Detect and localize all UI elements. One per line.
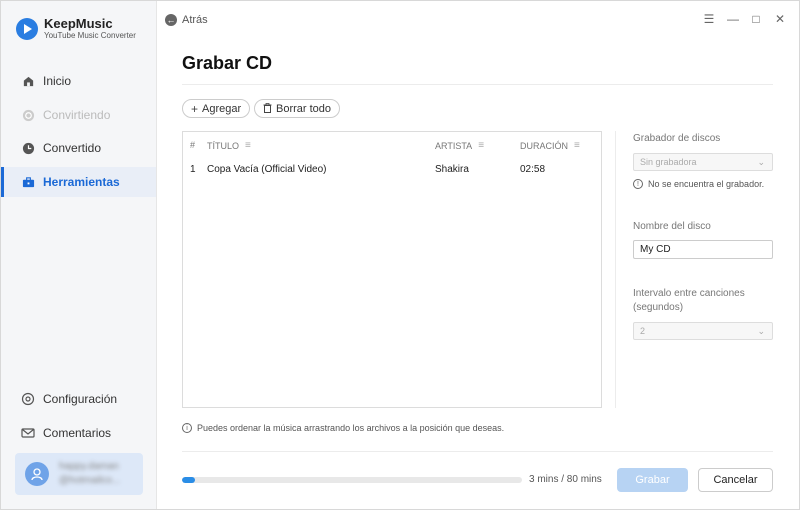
sidebar-item-inicio[interactable]: Inicio [1, 66, 156, 96]
column-header-duration[interactable]: DURACIÓN ≡ [520, 140, 580, 151]
sort-icon: ≡ [574, 140, 580, 151]
close-icon[interactable]: ✕ [772, 11, 788, 27]
title-divider [182, 84, 773, 85]
burner-warning: ! No se encuentra el grabador. [633, 179, 764, 189]
track-title: Copa Vacía (Official Video) [207, 164, 327, 175]
toolbox-icon [21, 175, 35, 189]
clear-all-button[interactable]: Borrar todo [254, 99, 341, 118]
sidebar-item-convirtiendo[interactable]: Convirtiendo [1, 100, 156, 130]
user-name: happy.daman [59, 461, 119, 472]
disc-name-label: Nombre del disco [633, 221, 711, 232]
home-icon [21, 74, 35, 88]
track-duration: 02:58 [520, 164, 546, 175]
minimize-icon[interactable]: — [725, 11, 741, 27]
clear-all-label: Borrar todo [276, 102, 332, 115]
column-header-number: # [190, 140, 196, 150]
column-header-title[interactable]: TÍTULO ≡ [207, 140, 251, 151]
burner-label: Grabador de discos [633, 133, 721, 144]
capacity-progress-bar [182, 477, 522, 483]
sync-icon [21, 108, 35, 122]
disc-name-input[interactable] [633, 240, 773, 259]
app-window: KeepMusic YouTube Music Converter Inicio… [0, 0, 800, 510]
brand: KeepMusic YouTube Music Converter [16, 16, 136, 41]
column-header-artist[interactable]: ARTISTA ≡ [435, 140, 484, 151]
keepmusic-logo-icon [16, 17, 38, 40]
back-label: Atrás [182, 14, 208, 26]
interval-value: 2 [640, 326, 646, 336]
sidebar-item-label: Convirtiendo [43, 108, 111, 122]
sidebar-item-label: Comentarios [43, 426, 112, 440]
sidebar-item-label: Convertido [43, 141, 102, 155]
interval-select[interactable]: 2 ⌄ [633, 322, 773, 340]
app-name: KeepMusic [44, 16, 113, 31]
track-table: # TÍTULO ≡ ARTISTA ≡ DURACIÓN ≡ 1 Copa Vací… [182, 131, 602, 408]
user-icon [31, 468, 43, 481]
track-artist: Shakira [435, 164, 469, 175]
avatar [25, 462, 49, 486]
drag-hint: i Puedes ordenar la música arrastrando l… [182, 423, 504, 433]
sidebar-item-label: Inicio [43, 74, 72, 88]
trash-icon [263, 102, 272, 116]
sidebar-item-comentarios[interactable]: Comentarios [1, 418, 156, 448]
sidebar-item-label: Configuración [43, 392, 118, 406]
chevron-down-icon: ⌄ [757, 157, 765, 167]
user-account-card[interactable]: happy.daman @hotmailco... [15, 453, 143, 495]
menu-icon[interactable]: ☰ [701, 11, 717, 27]
plus-icon: + [191, 101, 199, 116]
arrow-left-icon: ← [165, 14, 177, 26]
cancel-button[interactable]: Cancelar [698, 468, 773, 492]
chevron-down-icon: ⌄ [757, 326, 765, 336]
app-subtitle: YouTube Music Converter [44, 31, 136, 40]
footer-divider [182, 451, 773, 452]
burner-value: Sin grabadora [640, 157, 697, 167]
sidebar: KeepMusic YouTube Music Converter Inicio… [1, 1, 157, 509]
burner-select[interactable]: Sin grabadora ⌄ [633, 153, 773, 171]
sort-icon: ≡ [245, 140, 251, 151]
maximize-icon[interactable]: □ [748, 11, 764, 27]
mail-icon [21, 426, 35, 440]
info-icon: i [182, 423, 192, 433]
panel-divider [615, 131, 616, 408]
back-button[interactable]: ← Atrás [165, 14, 208, 26]
sidebar-item-label: Herramientas [43, 175, 120, 189]
page-title: Grabar CD [182, 53, 273, 73]
interval-label: Intervalo entre canciones (segundos) [633, 288, 745, 313]
sidebar-item-configuracion[interactable]: Configuración [1, 384, 156, 414]
user-email: @hotmailco... [59, 475, 121, 486]
sidebar-item-herramientas[interactable]: Herramientas [1, 167, 156, 197]
info-icon: ! [633, 179, 643, 189]
add-button[interactable]: + Agregar [182, 99, 251, 118]
add-label: Agregar [202, 102, 242, 115]
sort-icon: ≡ [478, 140, 485, 151]
clock-icon [21, 141, 35, 155]
burn-button[interactable]: Grabar [617, 468, 688, 492]
sidebar-item-convertido[interactable]: Convertido [1, 133, 156, 163]
capacity-text: 3 mins / 80 mins [529, 474, 602, 485]
progress-fill [182, 477, 195, 483]
gear-icon [21, 392, 35, 406]
track-number: 1 [190, 164, 196, 175]
